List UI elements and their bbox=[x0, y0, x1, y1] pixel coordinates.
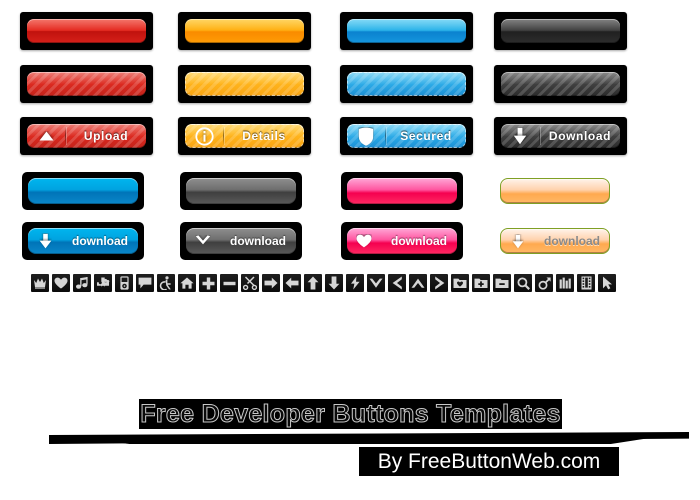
peach-download-pill-label: download bbox=[544, 234, 600, 248]
arrow-down-icon bbox=[28, 228, 62, 254]
plus-icon[interactable] bbox=[199, 274, 217, 292]
wheelchair-icon[interactable] bbox=[157, 274, 175, 292]
arrow-left-icon[interactable] bbox=[283, 274, 301, 292]
buttons-template-canvas: Upload Details Secured Download download… bbox=[0, 0, 700, 500]
details-label: Details bbox=[242, 129, 286, 143]
minus-icon[interactable] bbox=[220, 274, 238, 292]
bar-chart-icon[interactable] bbox=[556, 274, 574, 292]
icon-strip bbox=[31, 274, 616, 292]
speech-bubble-icon[interactable] bbox=[136, 274, 154, 292]
secured-button[interactable]: Secured bbox=[340, 117, 473, 155]
orange-plain-button[interactable] bbox=[178, 12, 311, 50]
folder-plus-icon[interactable] bbox=[472, 274, 490, 292]
blue-pill-plain[interactable] bbox=[22, 172, 144, 210]
triangle-up-icon bbox=[27, 124, 65, 148]
arrow-down-icon[interactable] bbox=[325, 274, 343, 292]
crown-icon[interactable] bbox=[31, 274, 49, 292]
details-button[interactable]: Details bbox=[178, 117, 311, 155]
heart-icon bbox=[347, 228, 381, 254]
pink-download-pill-label: download bbox=[391, 234, 447, 248]
dark-striped-button[interactable] bbox=[494, 65, 627, 103]
folder-heart-icon[interactable] bbox=[451, 274, 469, 292]
male-symbol-icon[interactable] bbox=[535, 274, 553, 292]
music-note-icon[interactable] bbox=[73, 274, 91, 292]
gray-pill-plain[interactable] bbox=[180, 172, 302, 210]
upload-button[interactable]: Upload bbox=[20, 117, 153, 155]
dark-plain-button[interactable] bbox=[494, 12, 627, 50]
heart-icon[interactable] bbox=[52, 274, 70, 292]
blue-striped-button[interactable] bbox=[340, 65, 473, 103]
orange-striped-button[interactable] bbox=[178, 65, 311, 103]
puzzle-piece-icon[interactable] bbox=[94, 274, 112, 292]
page-title: Free Developer Buttons Templates bbox=[140, 399, 561, 428]
blue-plain-button[interactable] bbox=[340, 12, 473, 50]
chevron-up-icon[interactable] bbox=[409, 274, 427, 292]
info-circle-icon bbox=[185, 124, 223, 148]
media-player-icon[interactable] bbox=[115, 274, 133, 292]
download-label: Download bbox=[548, 129, 612, 143]
gray-download-pill-label: download bbox=[230, 234, 286, 248]
chevron-left-icon[interactable] bbox=[388, 274, 406, 292]
film-strip-icon[interactable] bbox=[577, 274, 595, 292]
arrow-up-icon[interactable] bbox=[304, 274, 322, 292]
upload-label: Upload bbox=[83, 129, 129, 143]
home-icon[interactable] bbox=[178, 274, 196, 292]
shield-icon bbox=[347, 124, 385, 148]
arrow-down-icon bbox=[501, 229, 535, 253]
arrow-right-icon[interactable] bbox=[262, 274, 280, 292]
red-plain-button[interactable] bbox=[20, 12, 153, 50]
scissors-icon[interactable] bbox=[241, 274, 259, 292]
peach-pill-plain[interactable] bbox=[494, 172, 616, 210]
download-button[interactable]: Download bbox=[494, 117, 627, 155]
chevron-down-icon[interactable] bbox=[367, 274, 385, 292]
chevron-right-icon[interactable] bbox=[430, 274, 448, 292]
pink-download-pill[interactable]: download bbox=[341, 222, 463, 260]
arrow-down-icon bbox=[501, 124, 539, 148]
peach-download-pill[interactable]: download bbox=[494, 222, 616, 260]
chevron-down-icon bbox=[186, 228, 220, 254]
credit-text: By FreeButtonWeb.com bbox=[377, 449, 601, 473]
secured-label: Secured bbox=[400, 129, 452, 143]
blue-download-pill-label: download bbox=[72, 234, 128, 248]
red-striped-button[interactable] bbox=[20, 65, 153, 103]
lightning-icon[interactable] bbox=[346, 274, 364, 292]
pink-pill-plain[interactable] bbox=[341, 172, 463, 210]
search-icon[interactable] bbox=[514, 274, 532, 292]
gray-download-pill[interactable]: download bbox=[180, 222, 302, 260]
folder-minus-icon[interactable] bbox=[493, 274, 511, 292]
title-swoosh-stripe-secondary bbox=[90, 438, 650, 444]
cursor-arrow-icon[interactable] bbox=[598, 274, 616, 292]
blue-download-pill[interactable]: download bbox=[22, 222, 144, 260]
